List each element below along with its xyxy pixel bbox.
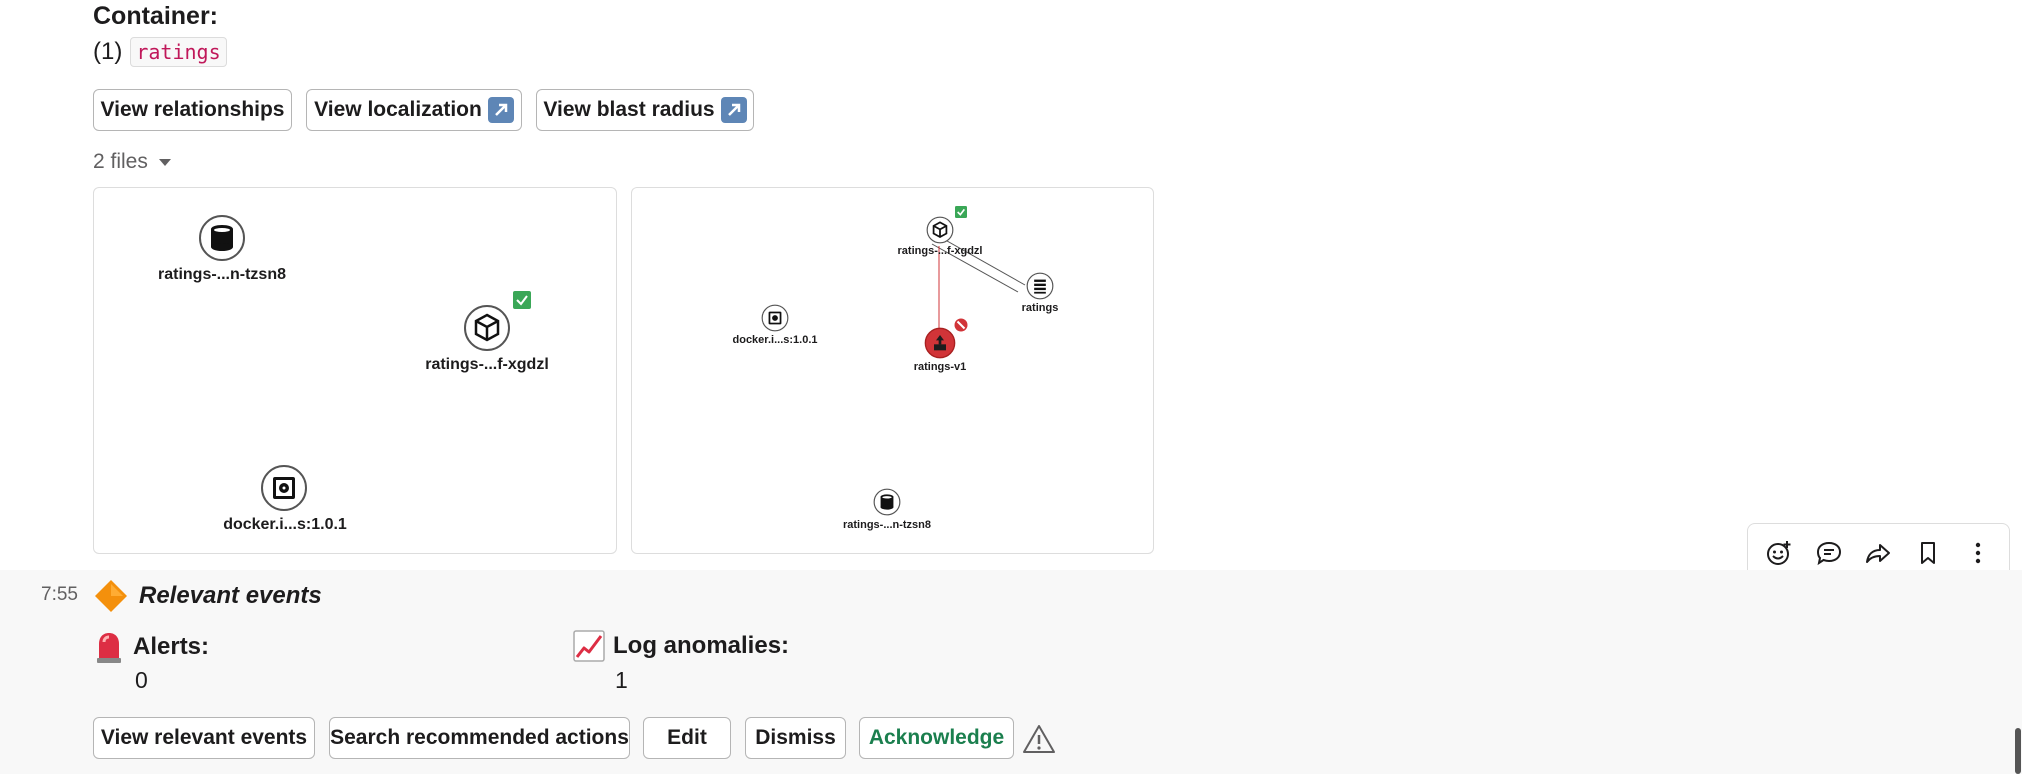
error-badge-icon [954,318,968,332]
node-label: ratings [1021,302,1059,314]
log-anomalies-value: 1 [615,667,628,693]
alerts-heading: Alerts: [93,630,209,664]
disk-icon [261,465,307,511]
bookmark-icon[interactable] [1908,533,1948,573]
container-line: (1) ratings [93,37,227,67]
view-localization-label: View localization [314,98,482,121]
database-icon [199,215,245,261]
log-anomalies-heading: Log anomalies: [573,630,789,662]
container-name-code: ratings [130,37,227,67]
list-icon [1026,272,1054,300]
events-title: Relevant events [93,578,322,614]
container-heading: Container: [93,2,218,30]
view-blast-radius-label: View blast radius [543,98,715,121]
acknowledge-label: Acknowledge [868,726,1005,749]
rotating-light-icon [97,633,121,663]
file-preview-2[interactable]: ratings-...f-xgdzl ratings docker.i...s:… [631,187,1154,554]
acknowledge-button[interactable]: Acknowledge [859,717,1014,759]
container-index: (1) [93,38,123,65]
warning-icon[interactable] [1022,724,1056,754]
view-relevant-events-button[interactable]: View relevant events [93,717,315,759]
node-label: ratings-...n-tzsn8 [157,266,287,283]
add-reaction-icon[interactable] [1759,533,1799,573]
external-link-icon [720,97,747,123]
edit-button[interactable]: Edit [643,717,731,759]
node-label: ratings-...f-xgdzl [897,245,983,257]
scrollbar-thumb[interactable] [2015,728,2021,774]
view-blast-radius-button[interactable]: View blast radius [536,89,754,131]
cube-icon [464,305,510,351]
alerts-value: 0 [135,667,148,693]
cube-icon [926,216,954,244]
alerts-label: Alerts: [133,633,210,660]
edit-label: Edit [667,726,707,749]
dismiss-label: Dismiss [755,726,836,749]
files-count-label: 2 files [93,150,148,173]
view-localization-button[interactable]: View localization [306,89,522,131]
files-toggle[interactable]: 2 files [93,150,172,174]
node-label: docker.i...s:1.0.1 [732,334,818,346]
node-label: ratings-...n-tzsn8 [842,519,932,531]
orange-diamond-icon [95,580,127,612]
check-badge-icon [955,206,967,218]
check-badge-icon [513,291,531,309]
dismiss-button[interactable]: Dismiss [745,717,846,759]
chart-increasing-icon [573,630,605,662]
node-label: docker.i...s:1.0.1 [223,516,347,533]
reply-thread-icon[interactable] [1809,533,1849,573]
message-timestamp[interactable]: 7:55 [41,584,78,606]
database-icon [873,488,901,516]
node-label: ratings-v1 [913,361,967,373]
events-title-text: Relevant events [139,582,322,609]
external-link-icon [487,97,514,123]
search-recommended-actions-label: Search recommended actions [330,726,629,749]
node-label: ratings-...f-xgdzl [425,356,549,373]
more-actions-icon[interactable] [1958,533,1998,573]
deployment-icon [924,327,956,359]
caret-down-icon [158,150,172,174]
forward-icon[interactable] [1858,533,1898,573]
file-preview-1[interactable]: ratings-...n-tzsn8 ratings-...f-xgdzl do… [93,187,617,554]
view-relevant-events-label: View relevant events [100,726,308,749]
disk-icon [761,304,789,332]
view-relationships-button[interactable]: View relationships [93,89,292,131]
log-anomalies-label: Log anomalies: [613,632,790,659]
search-recommended-actions-button[interactable]: Search recommended actions [329,717,630,759]
view-relationships-label: View relationships [100,98,285,121]
